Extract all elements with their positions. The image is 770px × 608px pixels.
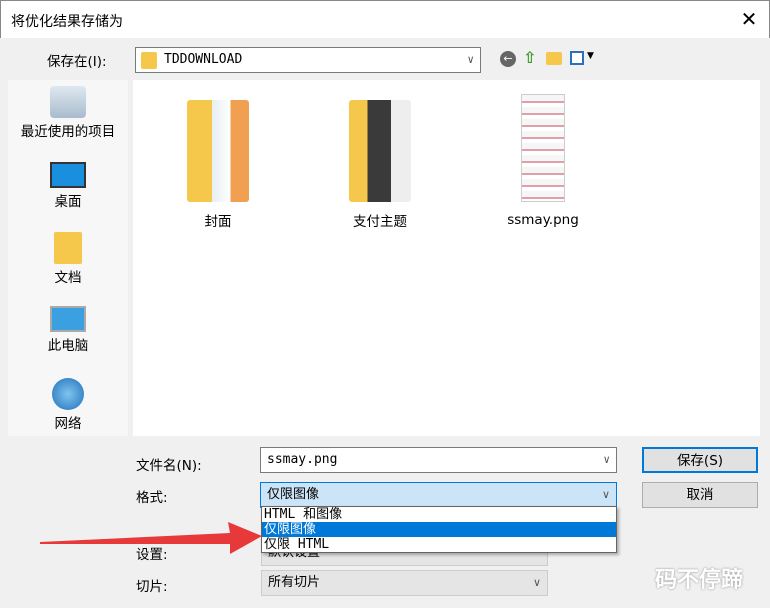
filename-label: 文件名(N): [136,458,202,474]
image-thumbnail [521,94,565,202]
red-arrow-annotation [40,522,262,554]
sidebar-item-desktop[interactable]: 桌面 [8,162,128,210]
filename-value: ssmay.png [267,452,338,467]
sidebar-item-label: 此电脑 [47,338,89,354]
window-title: 将优化结果存储为 [11,14,123,30]
file-item-folder[interactable]: 封面 [163,100,273,230]
save-in-dropdown[interactable]: TDDOWNLOAD ∨ [135,47,481,73]
computer-icon [50,306,86,332]
up-folder-icon[interactable]: ⇧ [523,49,539,67]
folder-icon [349,100,411,202]
places-sidebar: 最近使用的项目 桌面 文档 此电脑 网络 [8,80,128,436]
folder-icon [187,100,249,202]
sidebar-item-network[interactable]: 网络 [8,378,128,432]
sidebar-item-documents[interactable]: 文档 [8,232,128,286]
slices-label: 切片: [136,579,168,595]
watermark: 码不停蹄 [655,568,744,593]
chevron-down-icon: ∨ [603,453,610,466]
format-options-list: HTML 和图像 仅限图像 仅限 HTML [261,506,617,553]
sidebar-item-recent[interactable]: 最近使用的项目 [8,86,128,140]
new-folder-icon[interactable] [546,52,562,65]
slices-value: 所有切片 [268,575,321,590]
recent-icon [50,86,86,118]
format-option-html-only[interactable]: 仅限 HTML [262,537,616,552]
save-button[interactable]: 保存(S) [642,447,758,473]
file-item-image[interactable]: ssmay.png [488,94,598,228]
sidebar-item-label: 最近使用的项目 [20,124,116,140]
format-dropdown[interactable]: 仅限图像 ∨ [260,482,617,508]
view-menu-icon[interactable]: ▼ [570,51,596,66]
file-list: 封面 支付主题 ssmay.png [133,80,760,436]
file-item-folder[interactable]: 支付主题 [325,100,435,230]
desktop-icon [50,162,86,188]
save-in-label: 保存在(I): [47,54,107,70]
format-value: 仅限图像 [267,487,320,502]
network-icon [52,378,84,410]
chevron-down-icon: ∨ [532,576,541,589]
slices-dropdown[interactable]: 所有切片 ∨ [261,570,548,596]
format-option-images-only[interactable]: 仅限图像 [262,522,616,537]
sidebar-item-label: 桌面 [54,194,82,210]
format-label: 格式: [136,490,168,506]
cancel-button[interactable]: 取消 [642,482,758,508]
file-name: ssmay.png [507,212,579,228]
sidebar-item-this-pc[interactable]: 此电脑 [8,306,128,354]
back-icon[interactable]: ← [500,51,516,67]
sidebar-item-label: 网络 [54,416,82,432]
title-bar: 将优化结果存储为 ✕ [0,0,770,38]
chevron-down-icon: ∨ [467,53,474,66]
close-icon[interactable]: ✕ [737,7,761,31]
format-option-html-and-images[interactable]: HTML 和图像 [262,507,616,522]
sidebar-item-label: 文档 [54,270,82,286]
save-in-value: TDDOWNLOAD [164,52,243,67]
chevron-down-icon: ∨ [601,488,610,501]
folder-icon [141,52,157,69]
documents-icon [54,232,82,264]
filename-input[interactable]: ssmay.png ∨ [260,447,617,473]
file-name: 支付主题 [353,214,407,230]
file-name: 封面 [204,214,232,230]
